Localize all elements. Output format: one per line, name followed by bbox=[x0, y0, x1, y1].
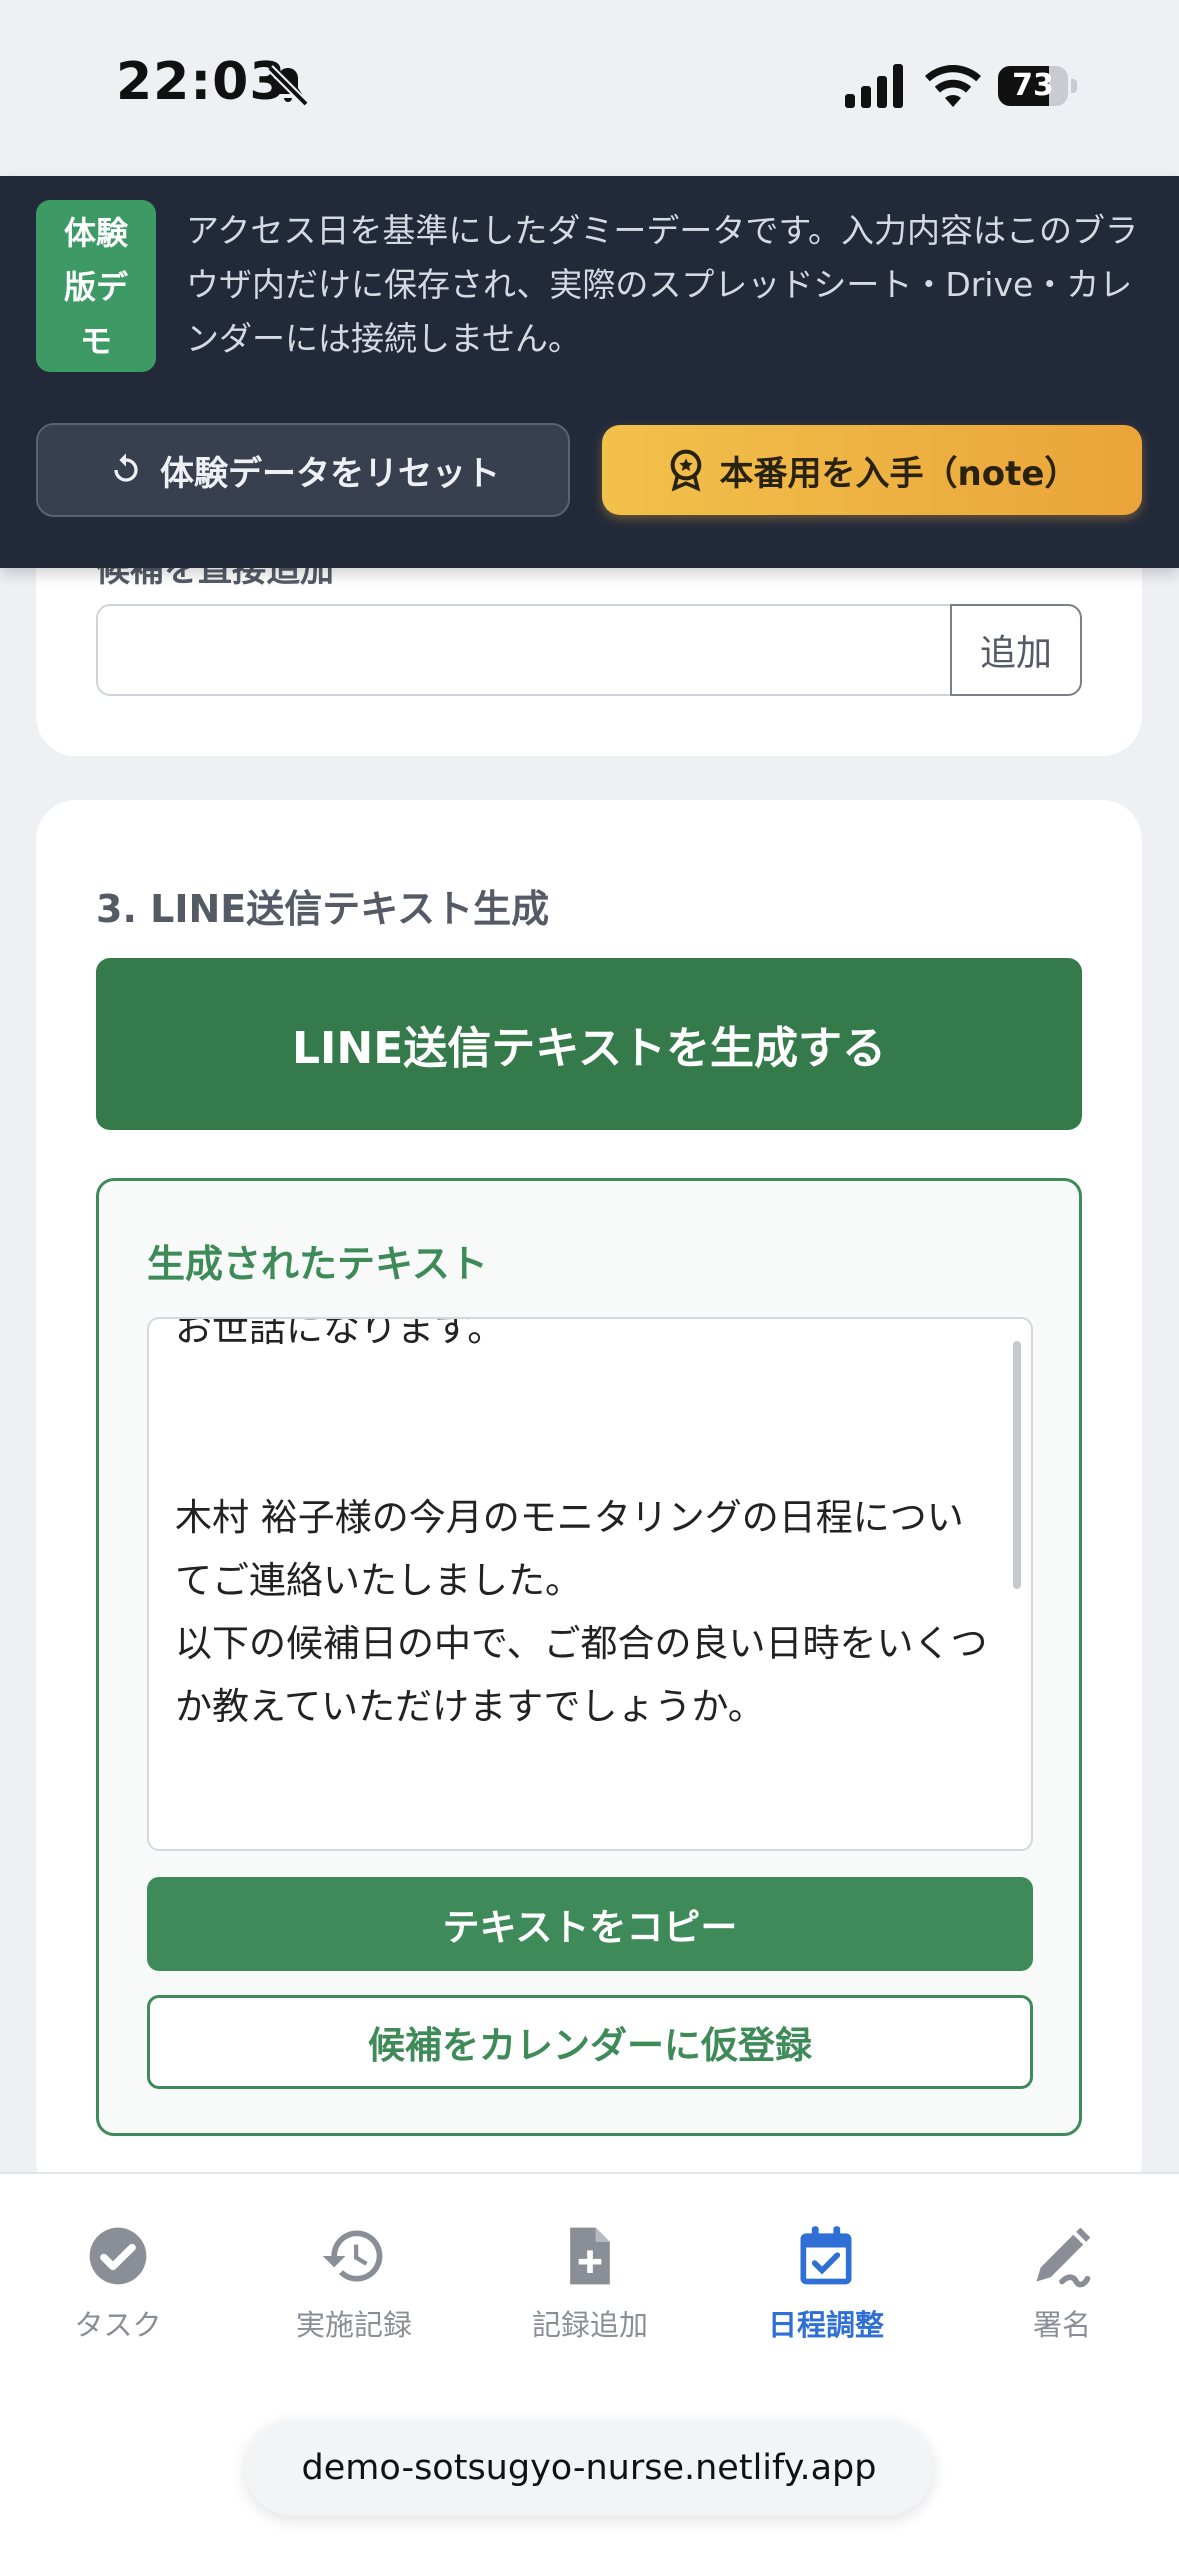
battery-indicator: 73 bbox=[998, 66, 1078, 106]
cellular-signal-icon bbox=[845, 64, 903, 108]
file-add-icon bbox=[570, 2227, 610, 2285]
add-candidate-button[interactable]: 追加 bbox=[950, 604, 1082, 696]
calendar-check-icon bbox=[800, 2226, 852, 2285]
get-production-label: 本番用を入手（note） bbox=[719, 453, 1079, 494]
line-text-card: 3. LINE送信テキスト生成 LINE送信テキストを生成する 生成されたテキス… bbox=[36, 800, 1142, 2200]
register-calendar-button[interactable]: 候補をカレンダーに仮登録 bbox=[147, 1995, 1033, 2089]
status-bar: 22:03 73 bbox=[0, 0, 1179, 176]
signature-icon bbox=[1036, 2227, 1091, 2288]
demo-badge: 体験 版デ モ bbox=[36, 200, 156, 372]
nav-label: 署名 bbox=[1032, 2308, 1091, 2342]
clock: 22:03 bbox=[116, 52, 287, 112]
nav-label: 実施記録 bbox=[295, 2308, 412, 2342]
demo-banner: 体験 版デ モ アクセス日を基準にしたダミーデータです。入力内容はこのブラウザ内… bbox=[0, 176, 1179, 568]
nav-label: 日程調整 bbox=[767, 2308, 884, 2342]
nav-item-tasks[interactable]: タスク bbox=[0, 2222, 236, 2344]
reset-icon bbox=[114, 453, 138, 482]
copy-text-button[interactable]: テキストをコピー bbox=[147, 1877, 1033, 1971]
nav-item-add-record[interactable]: 記録追加 bbox=[472, 2222, 708, 2344]
generated-text-content: お世話になります。 木村 裕子様の今月のモニタリングの日程についてご連絡いたしま… bbox=[175, 1317, 988, 1728]
battery-percent: 73 bbox=[1012, 68, 1054, 103]
demo-banner-message: アクセス日を基準にしたダミーデータです。入力内容はこのブラウザ内だけに保存され、… bbox=[186, 211, 1139, 358]
get-production-button[interactable]: 本番用を入手（note） bbox=[602, 425, 1142, 515]
award-icon bbox=[670, 449, 701, 492]
generate-line-text-button[interactable]: LINE送信テキストを生成する bbox=[96, 958, 1082, 1130]
reset-demo-label: 体験データをリセット bbox=[160, 453, 500, 494]
nav-label: 記録追加 bbox=[531, 2308, 648, 2342]
check-circle-icon bbox=[89, 2227, 147, 2285]
wifi-icon bbox=[925, 65, 981, 107]
browser-url-bar[interactable]: demo-sotsugyo-nurse.netlify.app bbox=[245, 2420, 933, 2516]
textarea-scrollbar[interactable] bbox=[1013, 1341, 1021, 1589]
generated-text-area[interactable]: お世話になります。 木村 裕子様の今月のモニタリングの日程についてご連絡いたしま… bbox=[147, 1317, 1033, 1851]
history-icon bbox=[322, 2230, 383, 2282]
nav-item-schedule[interactable]: 日程調整 bbox=[708, 2222, 944, 2344]
nav-item-signature[interactable]: 署名 bbox=[944, 2222, 1179, 2344]
bell-muted-icon bbox=[267, 65, 309, 107]
nav-label: タスク bbox=[74, 2308, 162, 2342]
reset-demo-button[interactable]: 体験データをリセット bbox=[36, 423, 570, 517]
candidate-input[interactable] bbox=[96, 604, 952, 696]
generated-text-panel: 生成されたテキスト お世話になります。 木村 裕子様の今月のモニタリングの日程に… bbox=[96, 1178, 1082, 2136]
generated-text-title: 生成されたテキスト bbox=[147, 1242, 488, 1286]
section-title: 3. LINE送信テキスト生成 bbox=[96, 887, 550, 931]
nav-item-records[interactable]: 実施記録 bbox=[236, 2222, 472, 2344]
